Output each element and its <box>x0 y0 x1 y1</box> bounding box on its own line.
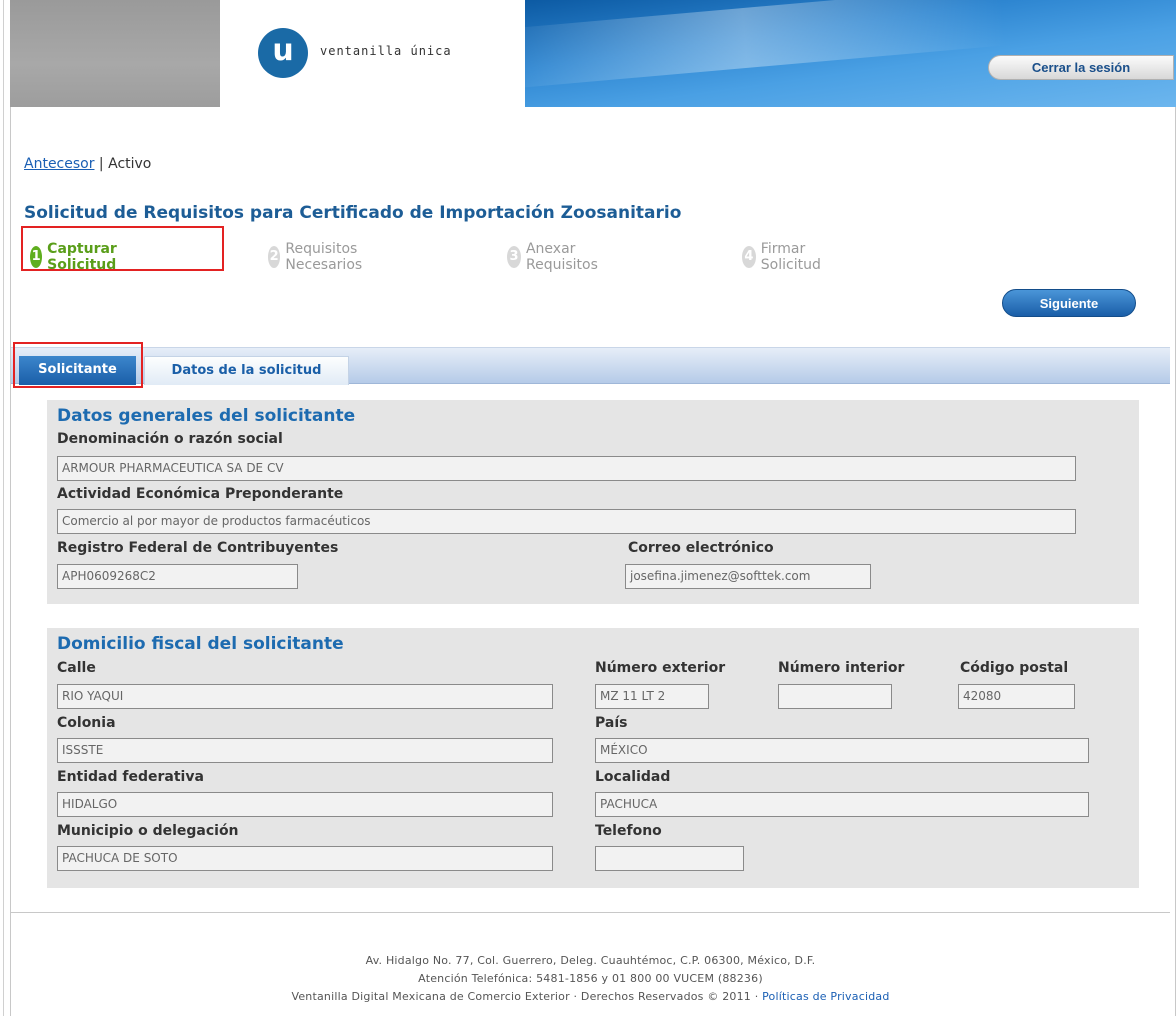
field-municipio[interactable]: PACHUCA DE SOTO <box>57 846 553 871</box>
logout-button[interactable]: Cerrar la sesión <box>988 55 1174 80</box>
field-pais[interactable]: MÉXICO <box>595 738 1089 763</box>
field-denominacion[interactable]: ARMOUR PHARMACEUTICA SA DE CV <box>57 456 1076 481</box>
breadcrumb: Antecesor | Activo <box>24 156 151 172</box>
footer-phone: Atención Telefónica: 5481-1856 y 01 800 … <box>418 972 763 985</box>
step-firmar-solicitud[interactable]: 4 Firmar Solicitud <box>742 241 829 273</box>
label-municipio: Municipio o delegación <box>57 823 239 839</box>
field-numero-exterior[interactable]: MZ 11 LT 2 <box>595 684 709 709</box>
breadcrumb-current: Activo <box>108 156 152 172</box>
step-number-3-icon: 3 <box>507 246 521 268</box>
panel-datos-generales: Datos generales del solicitante Denomina… <box>47 400 1139 604</box>
label-correo: Correo electrónico <box>628 540 774 556</box>
label-pais: País <box>595 715 628 731</box>
breadcrumb-link-antecesor[interactable]: Antecesor <box>24 156 94 172</box>
tab-bar: Solicitante Datos de la solicitud <box>11 347 1170 385</box>
field-localidad[interactable]: PACHUCA <box>595 792 1089 817</box>
highlight-box-step <box>21 226 224 271</box>
footer-rights: Ventanilla Digital Mexicana de Comercio … <box>11 990 1170 1003</box>
field-colonia[interactable]: ISSSTE <box>57 738 553 763</box>
page-title: Solicitud de Requisitos para Certificado… <box>24 203 682 223</box>
step-number-4-icon: 4 <box>742 246 756 268</box>
field-telefono[interactable] <box>595 846 744 871</box>
tab-datos-solicitud[interactable]: Datos de la solicitud <box>144 356 349 385</box>
step-label: Anexar Requisitos <box>525 241 598 273</box>
label-codigo-postal: Código postal <box>960 660 1069 676</box>
label-denominacion: Denominación o razón social <box>57 431 283 447</box>
step-label: Firmar Solicitud <box>760 241 821 273</box>
footer-rights-text: Ventanilla Digital Mexicana de Comercio … <box>291 990 763 1003</box>
field-codigo-postal[interactable]: 42080 <box>958 684 1075 709</box>
step-anexar-requisitos[interactable]: 3 Anexar Requisitos <box>507 241 606 273</box>
highlight-box-tab <box>13 342 143 388</box>
site-header: u ventanilla única Cerrar la sesión <box>10 0 1176 107</box>
panel-domicilio-fiscal: Domicilio fiscal del solicitante Calle R… <box>47 628 1139 888</box>
label-numero-exterior: Número exterior <box>595 660 726 676</box>
footer-address: Av. Hidalgo No. 77, Col. Guerrero, Deleg… <box>365 954 816 967</box>
field-numero-interior[interactable] <box>778 684 892 709</box>
label-telefono: Telefono <box>595 823 662 839</box>
section-title-domicilio: Domicilio fiscal del solicitante <box>57 634 344 654</box>
label-numero-interior: Número interior <box>778 660 905 676</box>
field-rfc[interactable]: APH0609268C2 <box>57 564 298 589</box>
banner-streak <box>525 0 1007 91</box>
header-gray-block <box>10 0 220 107</box>
field-calle[interactable]: RIO YAQUI <box>57 684 553 709</box>
ventanilla-logo-icon: u <box>258 28 308 78</box>
label-colonia: Colonia <box>57 715 116 731</box>
window-edge <box>3 0 4 1016</box>
field-correo[interactable]: josefina.jimenez@softtek.com <box>625 564 871 589</box>
step-requisitos-necesarios[interactable]: 2 Requisitos Necesarios <box>268 241 372 273</box>
step-label: Requisitos Necesarios <box>285 241 363 273</box>
label-actividad: Actividad Económica Preponderante <box>57 486 344 502</box>
next-button[interactable]: Siguiente <box>1002 289 1136 317</box>
label-localidad: Localidad <box>595 769 671 785</box>
section-title-datos-generales: Datos generales del solicitante <box>57 406 356 426</box>
footer-divider <box>11 912 1170 913</box>
breadcrumb-separator: | <box>94 156 109 172</box>
logo-text: ventanilla única <box>320 44 452 58</box>
label-calle: Calle <box>57 660 96 676</box>
privacy-policy-link[interactable]: Políticas de Privacidad <box>762 990 889 1003</box>
field-entidad[interactable]: HIDALGO <box>57 792 553 817</box>
field-actividad[interactable]: Comercio al por mayor de productos farma… <box>57 509 1076 534</box>
label-entidad: Entidad federativa <box>57 769 204 785</box>
label-rfc: Registro Federal de Contribuyentes <box>57 540 339 556</box>
header-banner <box>525 0 1176 107</box>
step-number-2-icon: 2 <box>268 246 281 268</box>
logo-area[interactable]: u ventanilla única <box>220 0 525 107</box>
